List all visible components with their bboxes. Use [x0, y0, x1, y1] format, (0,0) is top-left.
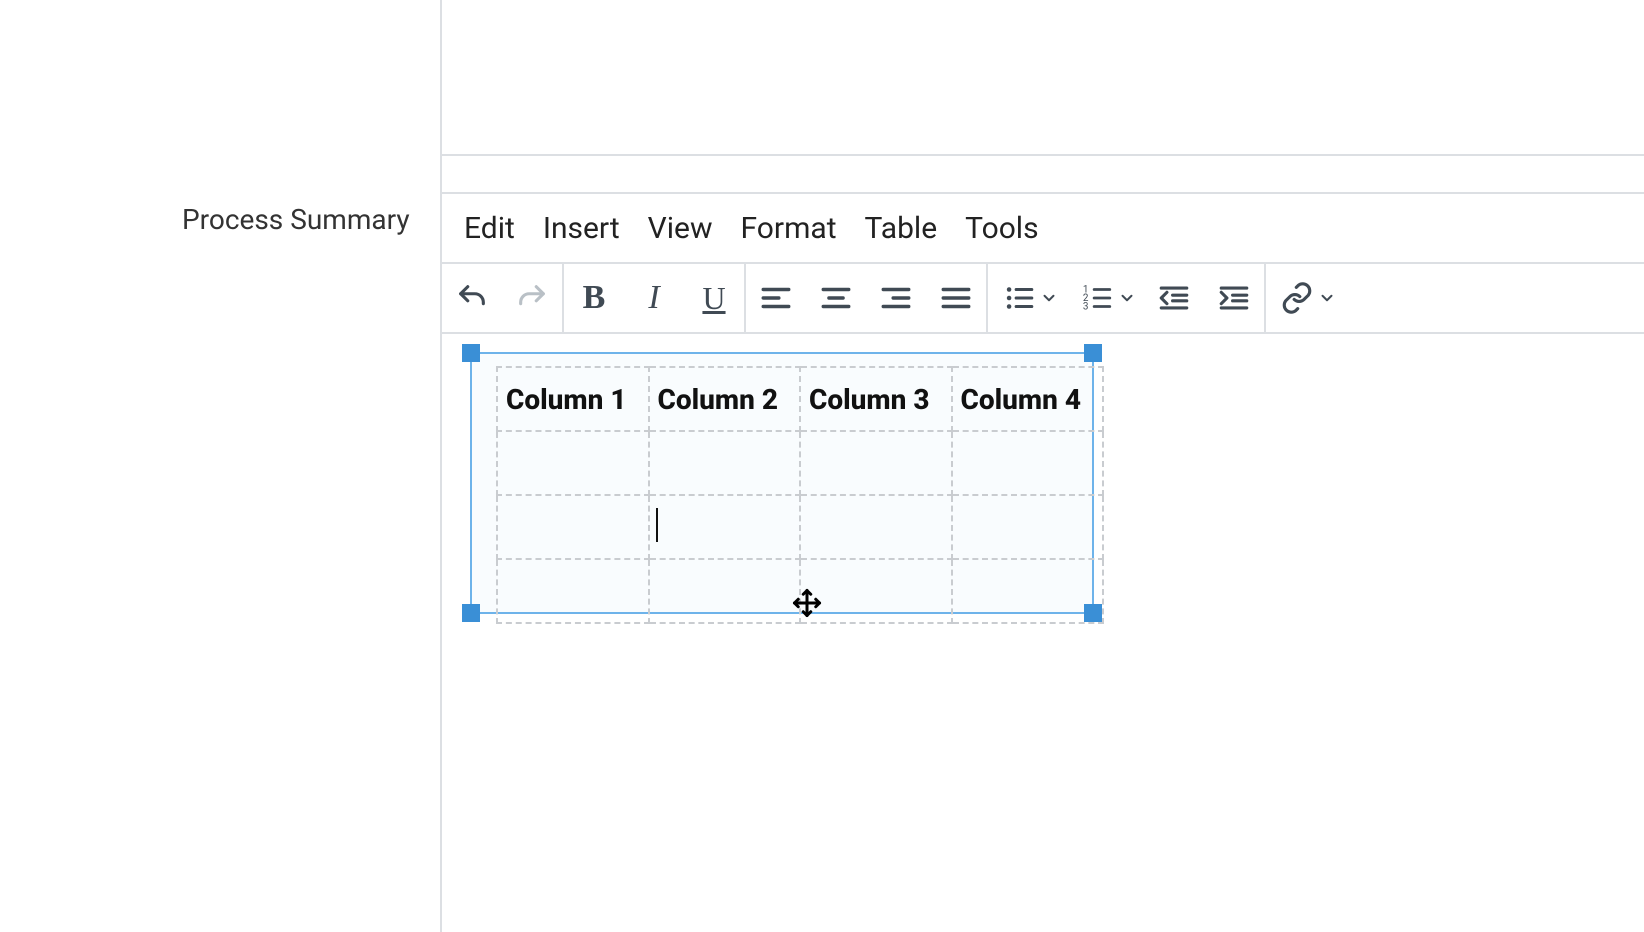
align-center-button[interactable]	[806, 264, 866, 332]
rich-text-editor: Edit Insert View Format Table Tools	[442, 192, 1644, 932]
redo-button[interactable]	[502, 264, 562, 332]
table-header-cell[interactable]: Column 2	[649, 367, 801, 431]
indent-icon	[1217, 281, 1251, 315]
align-justify-button[interactable]	[926, 264, 986, 332]
upper-blank-area	[442, 0, 1644, 156]
table-cell[interactable]	[497, 431, 649, 495]
table-cell[interactable]	[649, 559, 801, 623]
number-list-icon: 123	[1080, 281, 1114, 315]
menu-view[interactable]: View	[648, 211, 713, 246]
menu-insert[interactable]: Insert	[543, 211, 620, 246]
underline-button[interactable]: U	[684, 264, 744, 332]
table-cell[interactable]	[649, 495, 801, 559]
table-cell[interactable]	[952, 431, 1104, 495]
number-list-button[interactable]: 123	[1066, 264, 1144, 332]
table-header-cell[interactable]: Column 4	[952, 367, 1104, 431]
align-right-button[interactable]	[866, 264, 926, 332]
insert-link-button[interactable]	[1266, 264, 1344, 332]
table-row	[497, 495, 1103, 559]
table-cell[interactable]	[649, 431, 801, 495]
align-right-icon	[879, 281, 913, 315]
bullet-list-icon	[1002, 281, 1036, 315]
table-row	[497, 431, 1103, 495]
chevron-down-icon	[1040, 289, 1058, 307]
indent-button[interactable]	[1204, 264, 1264, 332]
svg-text:3: 3	[1083, 301, 1089, 312]
field-label-process-summary: Process Summary	[182, 203, 410, 236]
table-header-cell[interactable]: Column 3	[800, 367, 952, 431]
chevron-down-icon	[1318, 289, 1336, 307]
table-header-row: Column 1 Column 2 Column 3 Column 4	[497, 367, 1103, 431]
page-root: Process Summary Edit Insert View Format …	[0, 0, 1644, 932]
link-icon	[1280, 281, 1314, 315]
text-cursor	[656, 508, 658, 542]
toolbar-group-align	[746, 264, 988, 332]
bullet-list-button[interactable]	[988, 264, 1066, 332]
undo-button[interactable]	[442, 264, 502, 332]
align-justify-icon	[939, 281, 973, 315]
undo-icon	[455, 281, 489, 315]
underline-icon: U	[702, 280, 725, 317]
table-cell[interactable]	[952, 495, 1104, 559]
outdent-icon	[1157, 281, 1191, 315]
align-center-icon	[819, 281, 853, 315]
toolbar-group-link	[1266, 264, 1344, 332]
toolbar-group-lists: 123	[988, 264, 1266, 332]
resize-handle-bottom-left[interactable]	[462, 604, 480, 622]
table-cell[interactable]	[497, 495, 649, 559]
align-left-icon	[759, 281, 793, 315]
table-cell[interactable]	[800, 559, 952, 623]
bold-icon: B	[583, 279, 606, 317]
table-cell[interactable]	[800, 431, 952, 495]
table-header-cell[interactable]: Column 1	[497, 367, 649, 431]
resize-handle-top-right[interactable]	[1084, 344, 1102, 362]
italic-button[interactable]: I	[624, 264, 684, 332]
table-selection-frame[interactable]: Column 1 Column 2 Column 3 Column 4	[462, 344, 1102, 622]
table-cell[interactable]	[952, 559, 1104, 623]
menu-bar: Edit Insert View Format Table Tools	[442, 194, 1644, 262]
move-cursor-icon	[792, 588, 822, 618]
toolbar: B I U	[442, 262, 1644, 334]
menu-table[interactable]: Table	[865, 211, 938, 246]
resize-handle-top-left[interactable]	[462, 344, 480, 362]
menu-format[interactable]: Format	[741, 211, 837, 246]
left-panel	[0, 0, 440, 932]
toolbar-group-history	[442, 264, 564, 332]
inserted-table[interactable]: Column 1 Column 2 Column 3 Column 4	[496, 366, 1104, 624]
table-cell[interactable]	[497, 559, 649, 623]
editor-region: Edit Insert View Format Table Tools	[440, 0, 1644, 932]
italic-icon: I	[648, 279, 659, 317]
toolbar-group-text-style: B I U	[564, 264, 746, 332]
table-cell[interactable]	[800, 495, 952, 559]
chevron-down-icon	[1118, 289, 1136, 307]
redo-icon	[515, 281, 549, 315]
bold-button[interactable]: B	[564, 264, 624, 332]
menu-tools[interactable]: Tools	[965, 211, 1038, 246]
menu-edit[interactable]: Edit	[464, 211, 515, 246]
outdent-button[interactable]	[1144, 264, 1204, 332]
editor-canvas[interactable]: Column 1 Column 2 Column 3 Column 4	[442, 334, 1644, 932]
align-left-button[interactable]	[746, 264, 806, 332]
